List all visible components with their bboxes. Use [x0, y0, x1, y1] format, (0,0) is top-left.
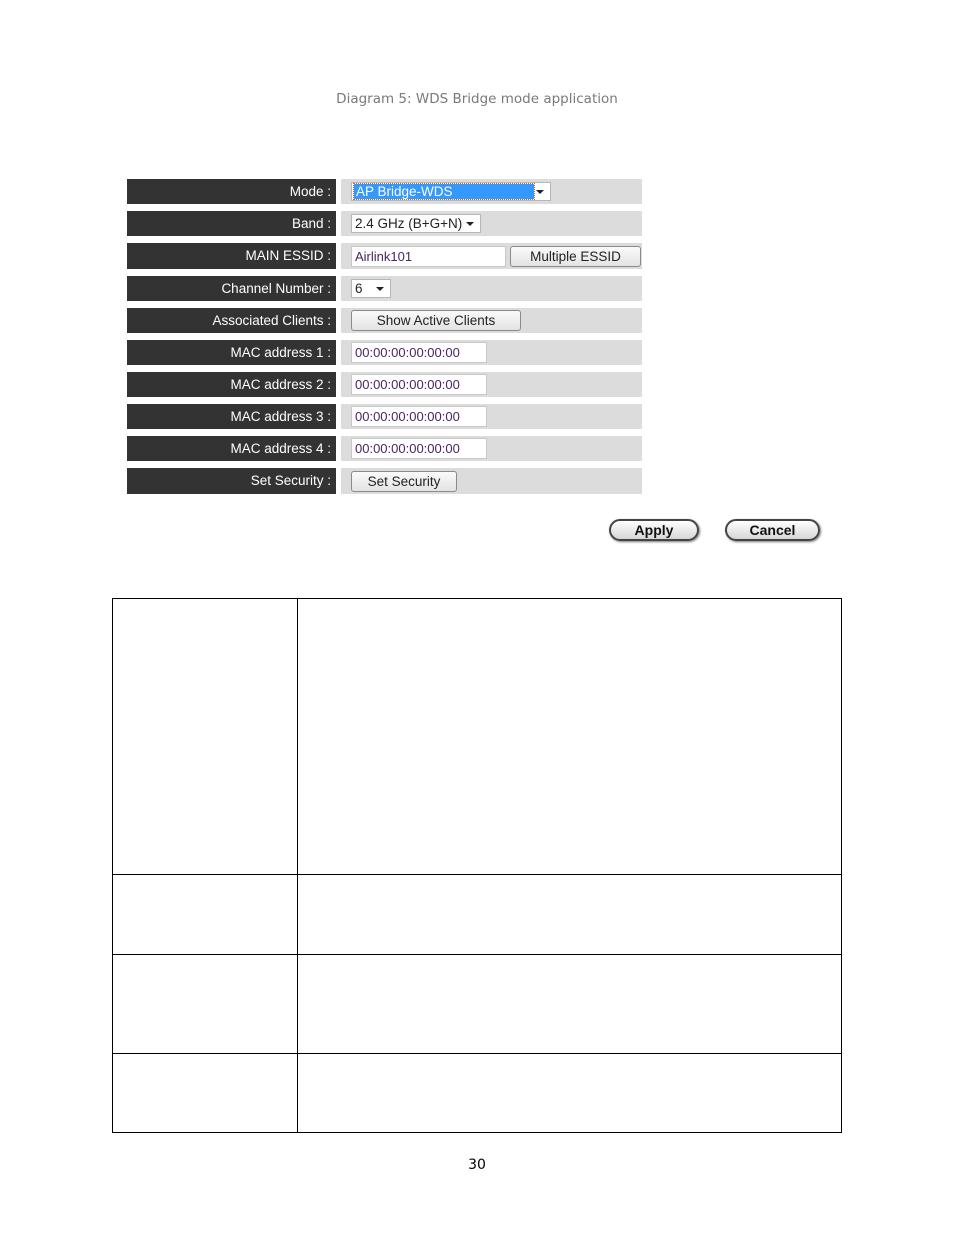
essid-label: MAIN ESSID : [127, 243, 336, 269]
wds-settings-form: Mode : AP Bridge-WDS Band : 2.4 GHz (B+G… [127, 179, 642, 501]
mac-label: MAC address 2 : [127, 372, 336, 397]
channel-select-value: 6 [355, 281, 363, 296]
band-select[interactable]: 2.4 GHz (B+G+N) [351, 214, 481, 233]
table-cell [112, 1053, 298, 1133]
mac-row: MAC address 1 : 00:00:00:00:00:00 [127, 340, 642, 365]
mac-label: MAC address 4 : [127, 436, 336, 461]
security-label: Set Security : [127, 468, 336, 494]
mode-row: Mode : AP Bridge-WDS [127, 179, 642, 204]
chevron-down-icon [536, 190, 544, 194]
mode-select[interactable]: AP Bridge-WDS [351, 182, 551, 201]
table-row [112, 874, 842, 955]
mac-address-1-input[interactable]: 00:00:00:00:00:00 [351, 342, 487, 363]
clients-label: Associated Clients : [127, 308, 336, 333]
description-table [112, 598, 842, 1133]
table-row [112, 1053, 842, 1133]
mac-label: MAC address 1 : [127, 340, 336, 365]
essid-input[interactable]: Airlink101 [351, 245, 506, 267]
table-cell [112, 598, 298, 875]
clients-row: Associated Clients : Show Active Clients [127, 308, 642, 333]
mac-address-3-input[interactable]: 00:00:00:00:00:00 [351, 406, 487, 427]
table-cell [112, 874, 298, 955]
set-security-button[interactable]: Set Security [351, 470, 457, 492]
channel-select[interactable]: 6 [351, 279, 391, 298]
table-cell [297, 1053, 842, 1133]
multiple-essid-button[interactable]: Multiple ESSID [510, 245, 641, 267]
mac-address-4-input[interactable]: 00:00:00:00:00:00 [351, 438, 487, 459]
diagram-caption: Diagram 5: WDS Bridge mode application [336, 91, 618, 107]
mac-row: MAC address 2 : 00:00:00:00:00:00 [127, 372, 642, 397]
table-cell [297, 954, 842, 1054]
table-cell [112, 954, 298, 1054]
mac-row: MAC address 3 : 00:00:00:00:00:00 [127, 404, 642, 429]
essid-row: MAIN ESSID : Airlink101 Multiple ESSID [127, 243, 642, 269]
mode-select-value: AP Bridge-WDS [353, 183, 535, 200]
table-row [112, 598, 842, 875]
band-label: Band : [127, 211, 336, 236]
channel-row: Channel Number : 6 [127, 276, 642, 301]
mac-label: MAC address 3 : [127, 404, 336, 429]
show-active-clients-button[interactable]: Show Active Clients [351, 310, 521, 331]
page-number: 30 [468, 1157, 486, 1173]
mac-row: MAC address 4 : 00:00:00:00:00:00 [127, 436, 642, 461]
chevron-down-icon [466, 222, 474, 226]
table-cell [297, 598, 842, 875]
channel-label: Channel Number : [127, 276, 336, 301]
band-row: Band : 2.4 GHz (B+G+N) [127, 211, 642, 236]
mode-label: Mode : [127, 179, 336, 204]
table-cell [297, 874, 842, 955]
cancel-button[interactable]: Cancel [725, 519, 820, 541]
security-row: Set Security : Set Security [127, 468, 642, 494]
apply-button[interactable]: Apply [609, 519, 699, 541]
table-row [112, 954, 842, 1054]
chevron-down-icon [376, 287, 384, 291]
band-select-value: 2.4 GHz (B+G+N) [355, 216, 463, 231]
mac-address-2-input[interactable]: 00:00:00:00:00:00 [351, 374, 487, 395]
